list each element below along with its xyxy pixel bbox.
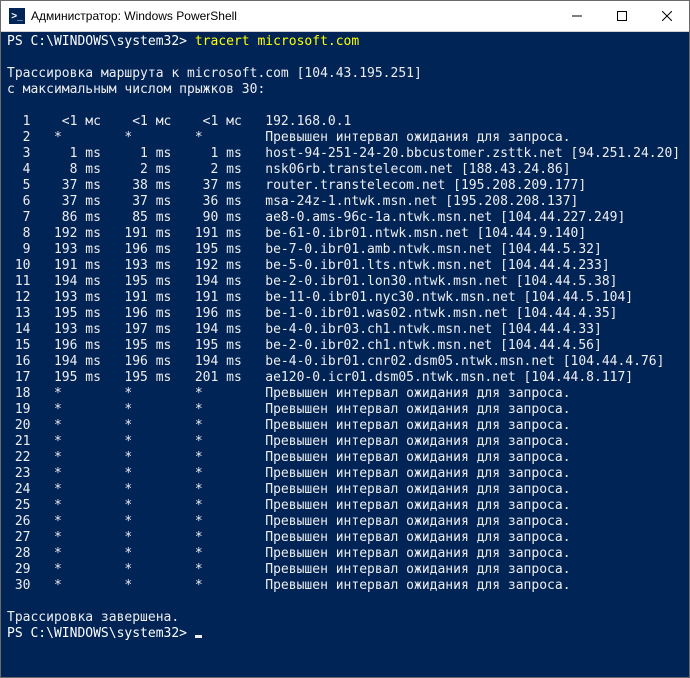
- maximize-button[interactable]: [599, 1, 644, 31]
- titlebar[interactable]: >_ Администратор: Windows PowerShell: [1, 1, 689, 32]
- trace-header-2: с максимальным числом прыжков 30:: [7, 82, 265, 97]
- trace-footer: Трассировка завершена.: [7, 610, 179, 625]
- powershell-icon: >_: [9, 8, 25, 24]
- prompt-line: PS C:\WINDOWS\system32>: [7, 34, 195, 49]
- command-text: tracert microsoft.com: [195, 34, 359, 49]
- close-button[interactable]: [644, 1, 689, 31]
- console-output[interactable]: PS C:\WINDOWS\system32> tracert microsof…: [1, 32, 689, 677]
- prompt-line: PS C:\WINDOWS\system32>: [7, 626, 195, 641]
- tracert-hops: 1 <1 мс <1 мс <1 мс 192.168.0.1 2 * * * …: [7, 114, 680, 593]
- minimize-button[interactable]: [554, 1, 599, 31]
- trace-header-1: Трассировка маршрута к microsoft.com [10…: [7, 66, 422, 81]
- cursor: [195, 635, 202, 638]
- powershell-window: >_ Администратор: Windows PowerShell PS …: [0, 0, 690, 678]
- window-title: Администратор: Windows PowerShell: [31, 9, 554, 23]
